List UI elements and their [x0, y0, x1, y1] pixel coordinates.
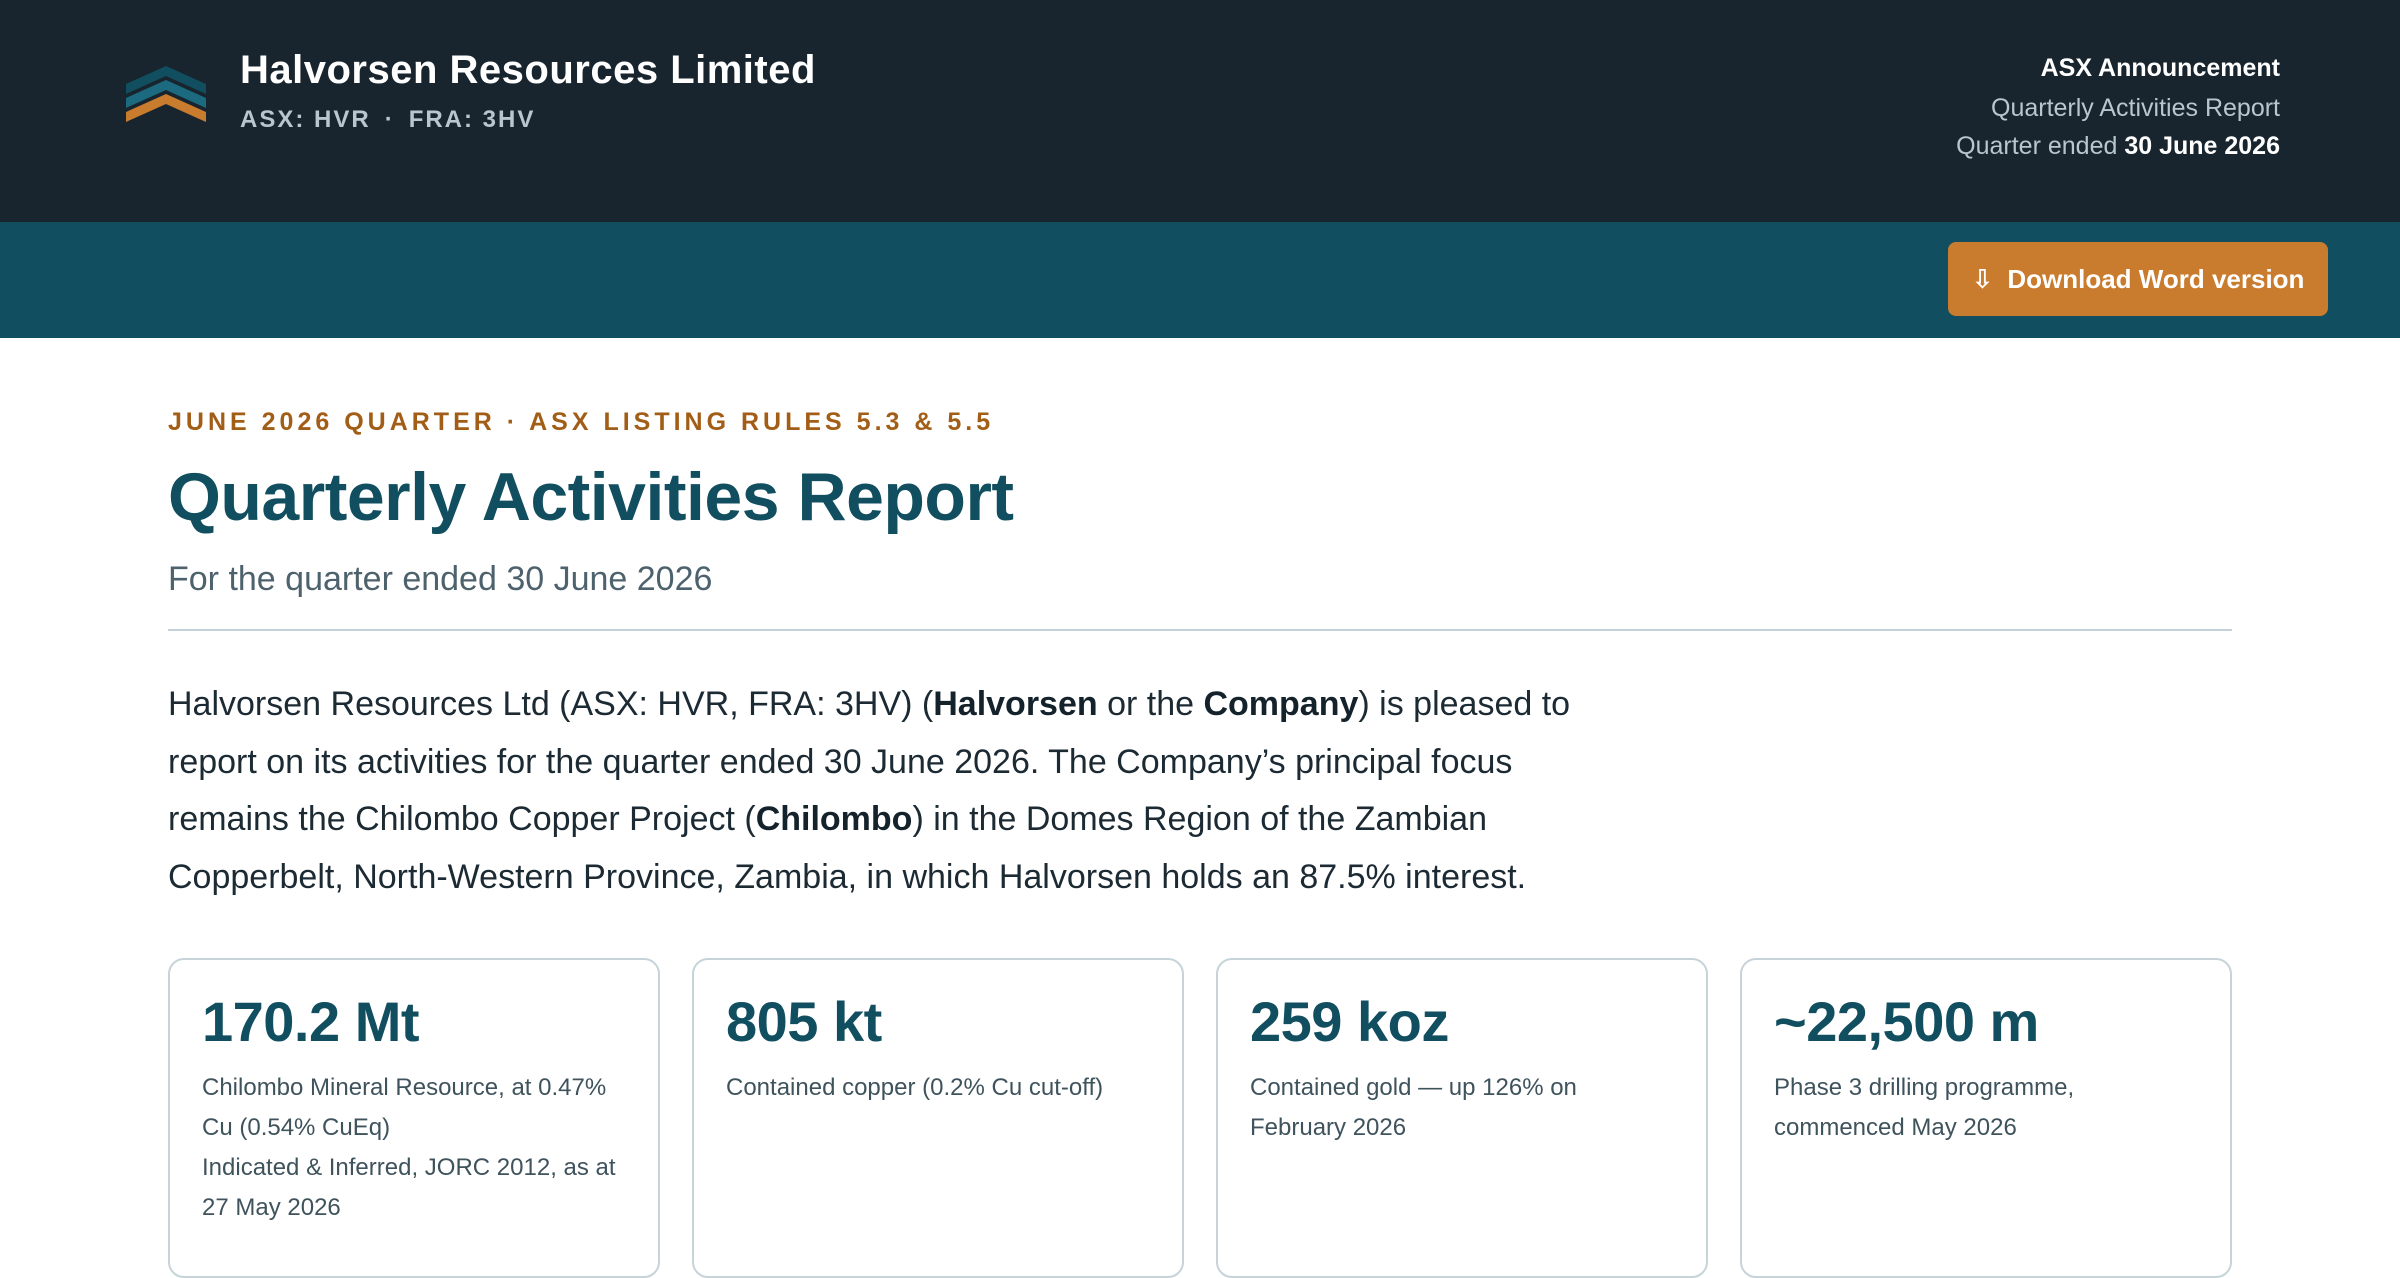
site-header: Halvorsen Resources Limited ASX: HVR · FRA… [0, 0, 2400, 222]
page-title: Quarterly Activities Report [168, 459, 1014, 535]
stat-card-contained-copper: 805 kt Contained copper (0.2% Cu cut-off… [692, 958, 1184, 1278]
stat-value: 170.2 Mt [202, 990, 420, 1053]
company-name: Halvorsen Resources Limited [240, 48, 816, 92]
announcement-quarter: Quarter ended 30 June 2026 [1956, 132, 2280, 160]
intro-text-1: Halvorsen Resources Ltd (ASX: HVR, FRA: … [168, 685, 934, 723]
toolbar: ⇩ Download Word version [0, 222, 2400, 338]
stat-card-contained-gold: 259 koz Contained gold — up 126% on Febr… [1216, 958, 1708, 1278]
page-subtitle: For the quarter ended 30 June 2026 [168, 560, 713, 598]
key-stats: 170.2 Mt Chilombo Mineral Resource, at 0… [168, 958, 2232, 1278]
intro-paragraph: Halvorsen Resources Ltd (ASX: HVR, FRA: … [168, 676, 1618, 906]
quarter-date: 30 June 2026 [2124, 132, 2280, 160]
download-button-label: Download Word version [2007, 263, 2305, 294]
announcement-info: ASX Announcement Quarterly Activities Re… [1956, 54, 2280, 160]
stat-description: Chilombo Mineral Resource, at 0.47% Cu (… [202, 1074, 607, 1141]
download-word-button[interactable]: ⇩ Download Word version [1948, 242, 2328, 316]
announcement-report-name: Quarterly Activities Report [1991, 94, 2280, 122]
ticker-fra: FRA: 3HV [408, 106, 536, 133]
announcement-label: ASX Announcement [2040, 54, 2280, 82]
stat-value: 805 kt [726, 990, 882, 1053]
intro-bold-company: Company [1203, 685, 1359, 723]
intro-text-2: or the [1097, 685, 1204, 723]
intro-bold-halvorsen: Halvorsen [933, 685, 1098, 723]
ticker-asx: ASX: HVR [240, 106, 371, 133]
stat-card-mineral-resource: 170.2 Mt Chilombo Mineral Resource, at 0… [168, 958, 660, 1278]
document-eyebrow: JUNE 2026 QUARTER · ASX LISTING RULES 5.… [168, 408, 995, 436]
stat-description: Phase 3 drilling programme, commenced Ma… [1774, 1074, 2075, 1141]
download-arrow-icon: ⇩ [1971, 263, 1994, 294]
quarter-prefix: Quarter ended [1956, 132, 2118, 160]
stat-value: 259 koz [1250, 990, 1449, 1053]
stat-value: ~22,500 m [1774, 990, 2039, 1053]
stat-description: Contained copper (0.2% Cu cut-off) [726, 1074, 1104, 1101]
ticker-separator: · [384, 106, 395, 133]
stat-note: Indicated & Inferred, JORC 2012, as at 2… [202, 1154, 616, 1221]
intro-bold-chilombo: Chilombo [755, 800, 913, 838]
company-logo-icon [126, 66, 206, 122]
section-divider [168, 629, 2232, 631]
stat-description: Contained gold — up 126% on February 202… [1250, 1074, 1577, 1141]
stat-card-drilling-programme: ~22,500 m Phase 3 drilling programme, co… [1740, 958, 2232, 1278]
ticker-codes: ASX: HVR · FRA: 3HV [240, 106, 535, 134]
